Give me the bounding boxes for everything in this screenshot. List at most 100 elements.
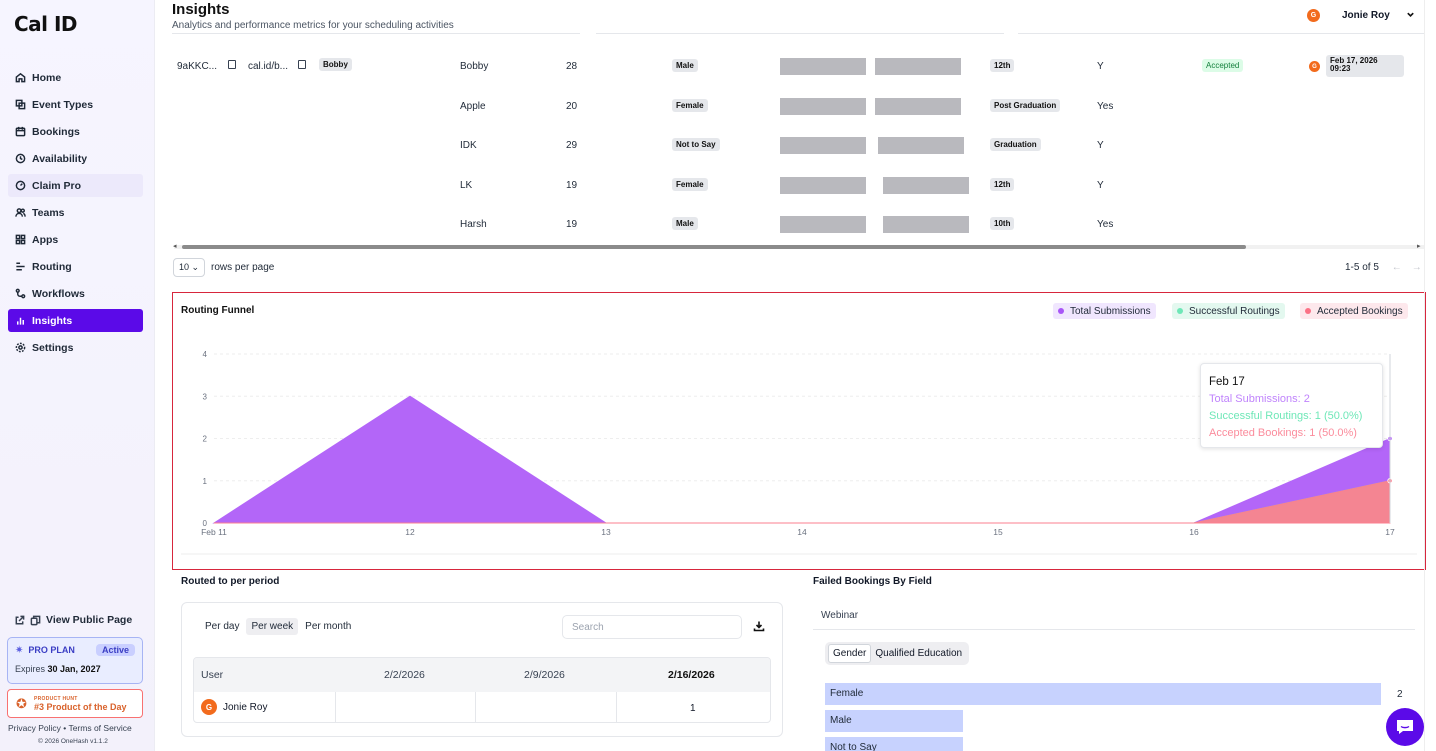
clock-icon <box>14 153 26 165</box>
field-tabs: Gender Qualified Education <box>825 642 970 665</box>
pro-plan-card[interactable]: ✷ PRO PLAN Active Expires 30 Jan, 2027 <box>7 637 143 684</box>
sidebar-item-availability[interactable]: Availability <box>8 147 143 170</box>
app-logo[interactable]: Cal ID <box>14 12 78 36</box>
x-tick-label: 12 <box>405 527 415 537</box>
age-cell: 28 <box>566 61 578 72</box>
redacted-email <box>780 216 866 233</box>
sidebar-item-home[interactable]: Home <box>8 66 143 89</box>
rows-per-page-select[interactable]: 10 ⌄ <box>173 258 205 277</box>
sidebar-item-settings[interactable]: Settings <box>8 336 143 359</box>
tab-per-week[interactable]: Per week <box>246 618 299 635</box>
product-hunt-title: #3 Product of the Day <box>34 701 127 712</box>
copyright: © 2026 OneHash v1.1.2 <box>38 738 108 745</box>
gauge-icon <box>14 180 26 192</box>
booking-link[interactable]: cal.id/b... <box>248 61 288 72</box>
prev-page-icon[interactable]: ← <box>1392 262 1402 273</box>
download-icon[interactable] <box>753 620 765 635</box>
search-input[interactable]: Search <box>562 615 742 639</box>
sidebar-item-routing[interactable]: Routing <box>8 255 143 278</box>
chat-widget-button[interactable] <box>1386 708 1424 746</box>
external-link-icon <box>15 615 25 624</box>
period-value: 1 <box>690 703 696 714</box>
flag-cell: Yes <box>1097 219 1114 230</box>
gender-chip: Female <box>672 99 708 112</box>
sidebar-item-label: Settings <box>32 341 74 354</box>
sidebar-item-label: Insights <box>32 314 73 327</box>
sidebar-item-label: Event Types <box>32 98 94 111</box>
cell-divider <box>475 692 476 722</box>
bar-not-to-say[interactable]: Not to Say <box>825 737 964 751</box>
bar-chart-icon <box>14 315 26 327</box>
plan-expiry-date: 30 Jan, 2027 <box>47 664 101 674</box>
redacted-email <box>780 98 866 115</box>
column-header: 2/2/2026 <box>384 669 425 681</box>
divider <box>813 629 1415 630</box>
sidebar-item-label: Claim Pro <box>32 179 82 192</box>
sidebar-item-teams[interactable]: Teams <box>8 201 143 224</box>
form-name[interactable]: Webinar <box>821 610 858 621</box>
sidebar-item-label: Routing <box>32 260 72 273</box>
home-icon <box>14 72 26 84</box>
name-cell: Harsh <box>460 219 487 230</box>
horizontal-scrollbar-thumb[interactable] <box>182 245 1246 249</box>
header-divider <box>596 33 1004 34</box>
avatar: G <box>201 699 217 715</box>
bar-female[interactable]: Female <box>825 683 1381 705</box>
scroll-left-icon[interactable]: ◂ <box>173 242 177 250</box>
copy-icon <box>30 615 41 625</box>
plan-expiry-label: Expires <box>15 664 46 674</box>
age-cell: 29 <box>566 140 578 151</box>
bar-male[interactable]: Male <box>825 710 964 732</box>
table-row[interactable]: Harsh 19 Male 10th Yes <box>172 215 1424 235</box>
education-chip: Post Graduation <box>990 99 1061 112</box>
cell-divider <box>616 692 617 722</box>
redacted-phone <box>878 137 964 154</box>
chart-tooltip: Feb 17 Total Submissions: 2 Successful R… <box>1200 363 1383 448</box>
sidebar-item-apps[interactable]: Apps <box>8 228 143 251</box>
tab-per-month[interactable]: Per month <box>300 618 356 635</box>
response-id: 9aKKC... <box>177 61 218 72</box>
sidebar-item-workflows[interactable]: Workflows <box>8 282 143 305</box>
tab-gender[interactable]: Gender <box>828 644 872 663</box>
product-hunt-badge[interactable]: ✪ PRODUCT HUNT #3 Product of the Day <box>7 689 143 718</box>
footer-links[interactable]: Privacy Policy • Terms of Service <box>8 723 132 733</box>
user-menu[interactable]: G Jonie Roy <box>1307 9 1415 22</box>
table-row[interactable]: Apple 20 Female Post Graduation Yes <box>172 97 1424 117</box>
routed-per-period-table: User 2/2/2026 2/9/2026 2/16/2026 G Jonie… <box>193 657 771 723</box>
booking-date-time: 09:23 <box>1330 64 1351 73</box>
sidebar-item-bookings[interactable]: Bookings <box>8 120 143 143</box>
x-tick-label: 13 <box>601 527 611 537</box>
view-public-page-link[interactable]: View Public Page <box>14 614 132 626</box>
routed-per-period-title: Routed to per period <box>181 576 280 587</box>
status-badge: Accepted <box>1202 59 1244 72</box>
tab-qualified-education[interactable]: Qualified Education <box>871 645 966 662</box>
tooltip-total: Total Submissions: 2 <box>1209 393 1310 405</box>
sidebar-nav: Home Event Types Bookings Availability C… <box>8 66 143 363</box>
copy-icon[interactable] <box>228 60 236 71</box>
table-row[interactable]: IDK 29 Not to Say Graduation Y <box>172 136 1424 156</box>
tooltip-date: Feb 17 <box>1209 376 1245 388</box>
x-tick-label: 14 <box>797 527 807 537</box>
flag-cell: Y <box>1097 61 1104 72</box>
period-tabs: Per day Per week Per month <box>200 618 358 635</box>
page-edge <box>1424 0 1425 751</box>
column-header-user: User <box>201 669 224 681</box>
education-chip: 12th <box>990 59 1015 72</box>
table-row[interactable]: G Jonie Roy 1 <box>194 692 770 722</box>
redacted-email <box>780 58 866 75</box>
sidebar-item-insights[interactable]: Insights <box>8 309 143 332</box>
sidebar-item-event-types[interactable]: Event Types <box>8 93 143 116</box>
sidebar-item-claim-pro[interactable]: Claim Pro <box>8 174 143 197</box>
y-tick-label: 4 <box>203 350 208 359</box>
tooltip-accepted: Accepted Bookings: 1 (50.0%) <box>1209 427 1357 439</box>
scroll-right-icon[interactable]: ▸ <box>1417 242 1421 250</box>
redacted-phone <box>875 58 961 75</box>
next-page-icon[interactable]: → <box>1412 262 1422 273</box>
tab-per-day[interactable]: Per day <box>200 618 244 635</box>
table-row[interactable]: LK 19 Female 12th Y <box>172 176 1424 196</box>
table-row[interactable]: 9aKKC... cal.id/b... Bobby Bobby 28 Male… <box>172 55 1424 77</box>
sidebar-item-label: Bookings <box>32 125 80 138</box>
copy-icon[interactable] <box>298 60 306 71</box>
failed-bookings-title: Failed Bookings By Field <box>813 576 932 587</box>
view-public-page-label: View Public Page <box>46 614 133 626</box>
